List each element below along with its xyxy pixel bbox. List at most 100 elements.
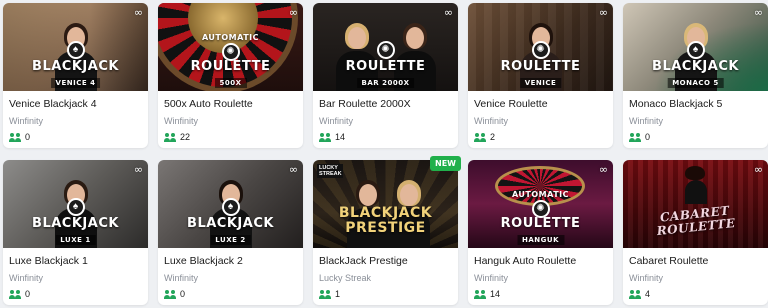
infinity-icon: ∞ [288, 163, 298, 176]
game-card-cabaret-roulette[interactable]: CABARET ROULETTE ∞ Cabaret Roulette Winf… [623, 160, 768, 305]
game-provider: Winfinity [629, 116, 664, 126]
game-name[interactable]: Bar Roulette 2000X [319, 97, 452, 111]
game-card-luxe-blackjack-1[interactable]: ♠ BLACKJACK LUXE 1 ∞ Luxe Blackjack 1 Wi… [3, 160, 148, 305]
players-icon [629, 132, 641, 142]
game-name[interactable]: Monaco Blackjack 5 [629, 97, 762, 111]
cards-icon: ♠ [686, 41, 705, 59]
game-card-500x-auto-roulette[interactable]: ✺ AUTOMATIC ROULETTE 500X ∞ 500x Auto Ro… [158, 3, 303, 148]
thumb-title: ROULETTE [190, 59, 271, 74]
player-count-value: 1 [335, 289, 341, 299]
cards-icon: ♠ [66, 41, 85, 59]
game-grid: ♠ BLACKJACK VENICE 4 ∞ Venice Blackjack … [0, 0, 768, 308]
game-provider: Winfinity [629, 273, 664, 283]
infinity-icon: ∞ [598, 6, 608, 19]
game-thumbnail[interactable]: ♠ BLACKJACK VENICE 4 ∞ [3, 3, 148, 91]
game-thumbnail[interactable]: ✺ AUTOMATIC ROULETTE 500X ∞ [158, 3, 303, 91]
thumb-title: ROULETTE [500, 59, 581, 74]
players-icon [474, 132, 486, 142]
player-count: 1 [319, 288, 452, 300]
game-thumbnail[interactable]: ♠ BLACKJACK LUXE 1 ∞ [3, 160, 148, 248]
game-name[interactable]: 500x Auto Roulette [164, 97, 297, 111]
game-provider: Winfinity [164, 116, 199, 126]
thumb-subtitle: LUXE 2 [210, 235, 251, 245]
thumb-pretitle: AUTOMATIC [201, 33, 260, 42]
player-count: 4 [629, 288, 762, 300]
game-thumbnail[interactable]: ♠ BLACKJACK LUXE 2 ∞ [158, 160, 303, 248]
roulette-icon: ✺ [376, 41, 395, 59]
player-count: 0 [164, 288, 297, 300]
game-name[interactable]: Hanguk Auto Roulette [474, 254, 607, 268]
game-name[interactable]: BlackJack Prestige [319, 254, 452, 268]
player-count-value: 2 [490, 132, 496, 142]
game-thumbnail[interactable]: ✺ ROULETTE BAR 2000X ∞ [313, 3, 458, 91]
game-provider: Winfinity [319, 116, 354, 126]
players-icon [9, 132, 21, 142]
players-icon [629, 289, 641, 299]
game-name[interactable]: Venice Blackjack 4 [9, 97, 142, 111]
game-name[interactable]: Venice Roulette [474, 97, 607, 111]
thumb-title: ROULETTE [345, 59, 426, 74]
game-provider: Winfinity [9, 273, 44, 283]
lucky-streak-logo: LUCKY STREAK [317, 164, 343, 178]
thumb-pretitle: AUTOMATIC [511, 190, 570, 199]
players-icon [474, 289, 486, 299]
infinity-icon: ∞ [288, 6, 298, 19]
player-count-value: 0 [25, 289, 31, 299]
game-card-blackjack-prestige[interactable]: NEW LUCKY STREAK BLACKJACK PRESTIGE Blac… [313, 156, 461, 305]
game-name[interactable]: Cabaret Roulette [629, 254, 762, 268]
player-count-value: 0 [25, 132, 31, 142]
thumb-title: BLACKJACK [652, 59, 739, 74]
player-count: 2 [474, 131, 607, 143]
roulette-icon: ✺ [531, 41, 550, 59]
game-thumbnail[interactable]: ♠ BLACKJACK MONACO 5 ∞ [623, 3, 768, 91]
thumb-title: BLACKJACK [32, 59, 119, 74]
player-count: 14 [474, 288, 607, 300]
thumb-title: BLACKJACK [187, 216, 274, 231]
thumb-subtitle: LUXE 1 [55, 235, 96, 245]
infinity-icon: ∞ [133, 163, 143, 176]
game-card-venice-roulette[interactable]: ✺ ROULETTE VENICE ∞ Venice Roulette Winf… [468, 3, 613, 148]
player-count: 22 [164, 131, 297, 143]
player-count-value: 4 [645, 289, 651, 299]
player-count: 0 [9, 131, 142, 143]
thumb-subtitle: HANGUK [517, 235, 564, 245]
infinity-icon: ∞ [443, 6, 453, 19]
game-thumbnail[interactable]: ✺ AUTOMATIC ROULETTE HANGUK ∞ [468, 160, 613, 248]
game-card-venice-blackjack-4[interactable]: ♠ BLACKJACK VENICE 4 ∞ Venice Blackjack … [3, 3, 148, 148]
thumb-title: ROULETTE [500, 216, 581, 231]
cards-icon: ♠ [221, 198, 240, 216]
thumb-title: BLACKJACK [32, 216, 119, 231]
game-card-monaco-blackjack-5[interactable]: ♠ BLACKJACK MONACO 5 ∞ Monaco Blackjack … [623, 3, 768, 148]
game-provider: Winfinity [9, 116, 44, 126]
player-count-value: 0 [180, 289, 186, 299]
game-card-luxe-blackjack-2[interactable]: ♠ BLACKJACK LUXE 2 ∞ Luxe Blackjack 2 Wi… [158, 160, 303, 305]
player-count-value: 22 [180, 132, 191, 142]
thumb-title: BLACKJACK PRESTIGE [338, 205, 433, 236]
players-icon [319, 289, 331, 299]
players-icon [319, 132, 331, 142]
player-count: 0 [629, 131, 762, 143]
player-count-value: 14 [335, 132, 346, 142]
players-icon [164, 289, 176, 299]
infinity-icon: ∞ [753, 6, 763, 19]
dancer-figure [683, 164, 709, 204]
player-count-value: 14 [490, 289, 501, 299]
thumb-subtitle: BAR 2000X [356, 78, 415, 88]
players-icon [9, 289, 21, 299]
game-provider: Winfinity [474, 273, 509, 283]
infinity-icon: ∞ [133, 6, 143, 19]
thumb-subtitle: 500X [214, 78, 247, 88]
game-thumbnail[interactable]: LUCKY STREAK BLACKJACK PRESTIGE [313, 160, 458, 248]
player-count-value: 0 [645, 132, 651, 142]
game-name[interactable]: Luxe Blackjack 1 [9, 254, 142, 268]
infinity-icon: ∞ [598, 163, 608, 176]
game-thumbnail[interactable]: CABARET ROULETTE ∞ [623, 160, 768, 248]
game-provider: Winfinity [474, 116, 509, 126]
game-provider: Winfinity [164, 273, 199, 283]
game-card-bar-roulette-2000x[interactable]: ✺ ROULETTE BAR 2000X ∞ Bar Roulette 2000… [313, 3, 458, 148]
game-thumbnail[interactable]: ✺ ROULETTE VENICE ∞ [468, 3, 613, 91]
new-badge: NEW [430, 156, 461, 171]
game-card-hanguk-auto-roulette[interactable]: ✺ AUTOMATIC ROULETTE HANGUK ∞ Hanguk Aut… [468, 160, 613, 305]
game-provider: Lucky Streak [319, 273, 372, 283]
game-name[interactable]: Luxe Blackjack 2 [164, 254, 297, 268]
